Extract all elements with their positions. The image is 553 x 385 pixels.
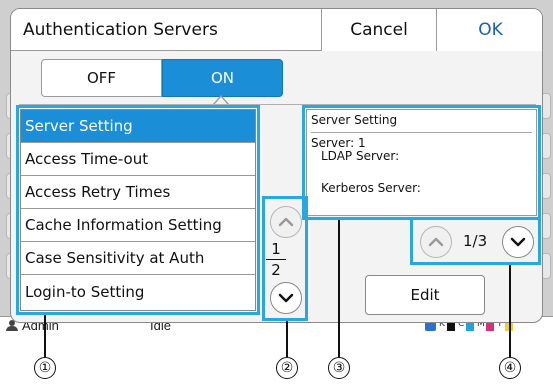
dialog-title: Authentication Servers: [23, 20, 218, 40]
callout-leader-4: [509, 265, 511, 357]
callout-leader-1: [44, 315, 46, 357]
dialog-titlebar: Authentication Servers Cancel OK: [11, 9, 542, 51]
edit-button[interactable]: Edit: [365, 275, 485, 315]
toggle-off-button[interactable]: OFF: [41, 59, 162, 97]
toggle-on-button[interactable]: ON: [162, 59, 283, 97]
on-off-toggle: OFF ON: [41, 59, 283, 97]
callout-number-2: ②: [276, 357, 298, 379]
callout-highlight-4: [410, 217, 541, 265]
ok-button[interactable]: OK: [436, 9, 542, 51]
callout-highlight-3: [302, 105, 541, 220]
cancel-button[interactable]: Cancel: [321, 9, 436, 51]
callout-highlight-1: [16, 105, 260, 315]
callout-number-4: ④: [499, 357, 521, 379]
callout-leader-3: [338, 220, 340, 357]
callout-number-3: ③: [328, 357, 350, 379]
callout-leader-2: [286, 321, 288, 357]
callout-number-1: ①: [34, 357, 56, 379]
